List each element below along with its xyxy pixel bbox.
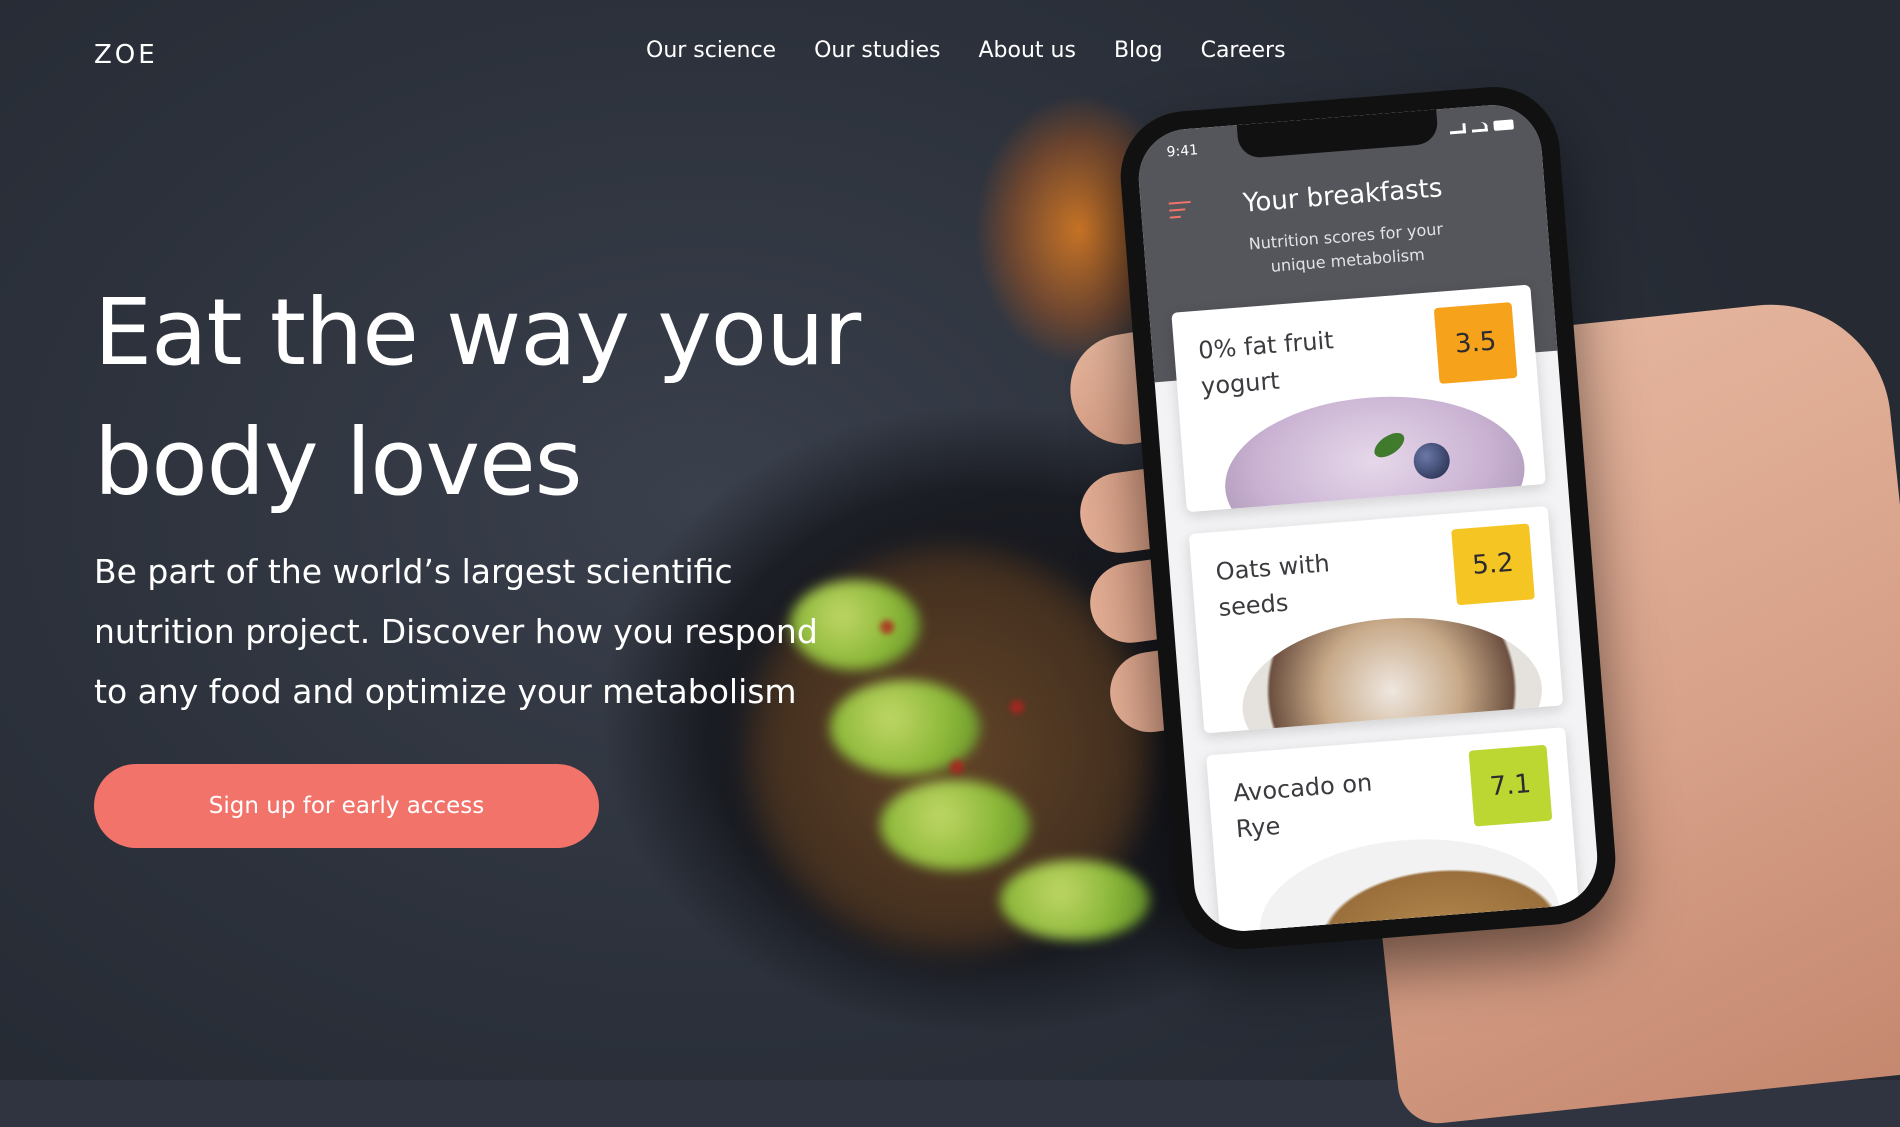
hero-title-line1: Eat the way your	[94, 279, 861, 386]
food-card[interactable]: Oats with seeds 5.2	[1188, 505, 1564, 734]
wifi-icon	[1471, 121, 1489, 133]
hero-subtitle-line1: Be part of the world’s largest scientifi…	[94, 552, 733, 591]
oats-image	[1236, 607, 1549, 734]
hero-subtitle: Be part of the world’s largest scientifi…	[94, 542, 834, 722]
score-badge: 7.1	[1468, 744, 1553, 827]
food-card[interactable]: 0% fat fruit yogurt 3.5	[1171, 284, 1546, 513]
pomegranate-seed	[950, 760, 964, 774]
avocado-slice	[880, 780, 1030, 870]
food-name: 0% fat fruit yogurt	[1197, 326, 1335, 401]
hero-subtitle-line3: to any food and optimize your metabolism	[94, 672, 797, 711]
food-name: Oats with seeds	[1214, 549, 1331, 622]
nav-careers[interactable]: Careers	[1201, 38, 1286, 63]
score-badge: 5.2	[1451, 523, 1535, 606]
hero-title-line2: body loves	[94, 409, 583, 516]
hero-subtitle-line2: nutrition project. Discover how you resp…	[94, 612, 818, 651]
avocado-rye-image	[1253, 828, 1566, 935]
score-badge: 3.5	[1433, 302, 1518, 384]
phone-mockup: 9:41 Your breakfasts Nutrition scores fo…	[1115, 82, 1621, 954]
battery-icon	[1493, 119, 1514, 131]
pomegranate-seed	[1010, 700, 1024, 714]
top-nav: Our science Our studies About us Blog Ca…	[646, 38, 1324, 63]
zoe-logo[interactable]: ZOE	[94, 40, 158, 70]
signup-early-access-button[interactable]: Sign up for early access	[94, 764, 599, 848]
status-time: 9:41	[1166, 142, 1199, 161]
nav-blog[interactable]: Blog	[1114, 38, 1163, 63]
avocado-slice	[1000, 860, 1150, 940]
nav-our-science[interactable]: Our science	[646, 38, 776, 63]
nav-our-studies[interactable]: Our studies	[814, 38, 940, 63]
food-card[interactable]: Avocado on Rye 7.1	[1206, 727, 1581, 935]
nav-about-us[interactable]: About us	[978, 38, 1075, 63]
pomegranate-seed	[880, 620, 894, 634]
signal-icon	[1449, 123, 1467, 135]
phone-screen: 9:41 Your breakfasts Nutrition scores fo…	[1135, 101, 1601, 935]
food-name: Avocado on Rye	[1232, 768, 1374, 844]
hero-title: Eat the way your body loves	[94, 268, 894, 528]
